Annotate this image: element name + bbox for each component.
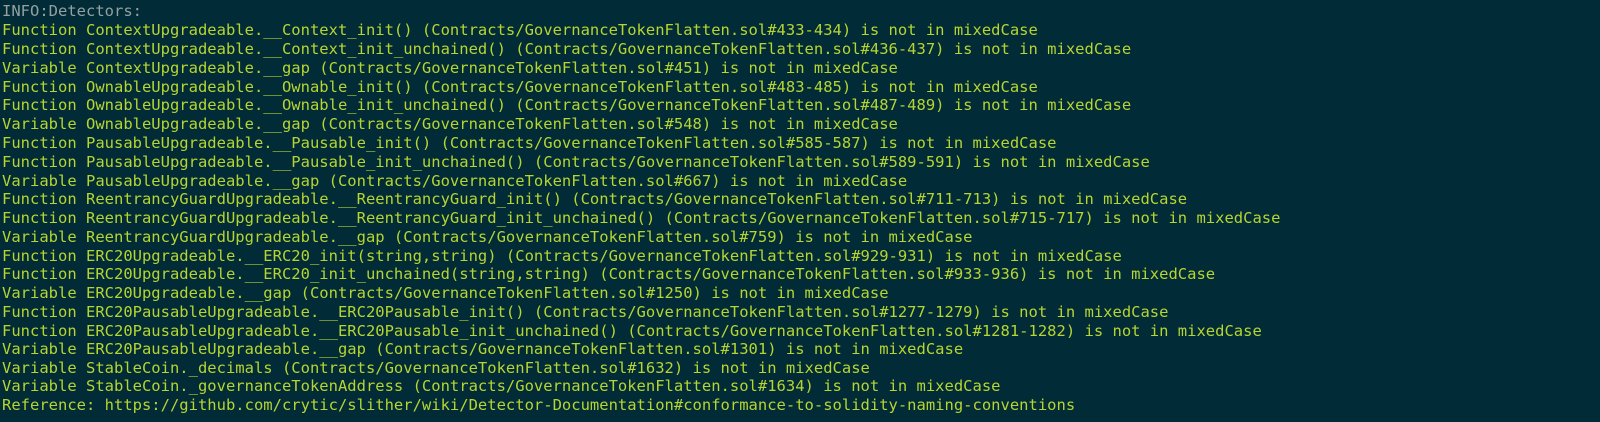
output-line: Function OwnableUpgradeable.__Ownable_in… — [2, 96, 1132, 114]
output-line: Function PausableUpgradeable.__Pausable_… — [2, 153, 1150, 171]
output-line: Function ERC20PausableUpgradeable.__ERC2… — [2, 322, 1262, 340]
output-line: Variable StableCoin._governanceTokenAddr… — [2, 377, 1001, 395]
terminal-output[interactable]: INFO:Detectors: Function ContextUpgradea… — [0, 0, 1600, 422]
output-line: Variable ReentrancyGuardUpgradeable.__ga… — [2, 228, 973, 246]
reference-link[interactable]: Reference: https://github.com/crytic/sli… — [2, 396, 1075, 415]
output-line: Function ContextUpgradeable.__Context_in… — [2, 40, 1132, 58]
output-line: Function ContextUpgradeable.__Context_in… — [2, 21, 1038, 39]
output-line: Function ERC20Upgradeable.__ERC20_init(s… — [2, 247, 1122, 265]
output-line: Variable StableCoin._decimals (Contracts… — [2, 359, 870, 377]
output-line: Function ReentrancyGuardUpgradeable.__Re… — [2, 209, 1281, 227]
detectors-header: INFO:Detectors: — [2, 2, 142, 20]
output-line: Function ERC20PausableUpgradeable.__ERC2… — [2, 303, 1169, 321]
output-line: Function OwnableUpgradeable.__Ownable_in… — [2, 78, 1038, 96]
output-line: Variable PausableUpgradeable.__gap (Cont… — [2, 172, 908, 190]
output-line: Function ReentrancyGuardUpgradeable.__Re… — [2, 190, 1188, 208]
output-line: Variable OwnableUpgradeable.__gap (Contr… — [2, 115, 898, 133]
output-line: Variable ERC20PausableUpgradeable.__gap … — [2, 340, 964, 358]
output-line: Variable ContextUpgradeable.__gap (Contr… — [2, 59, 898, 77]
output-line: Function ERC20Upgradeable.__ERC20_init_u… — [2, 265, 1216, 283]
output-line: Function PausableUpgradeable.__Pausable_… — [2, 134, 1057, 152]
output-line: Variable ERC20Upgradeable.__gap (Contrac… — [2, 284, 889, 302]
